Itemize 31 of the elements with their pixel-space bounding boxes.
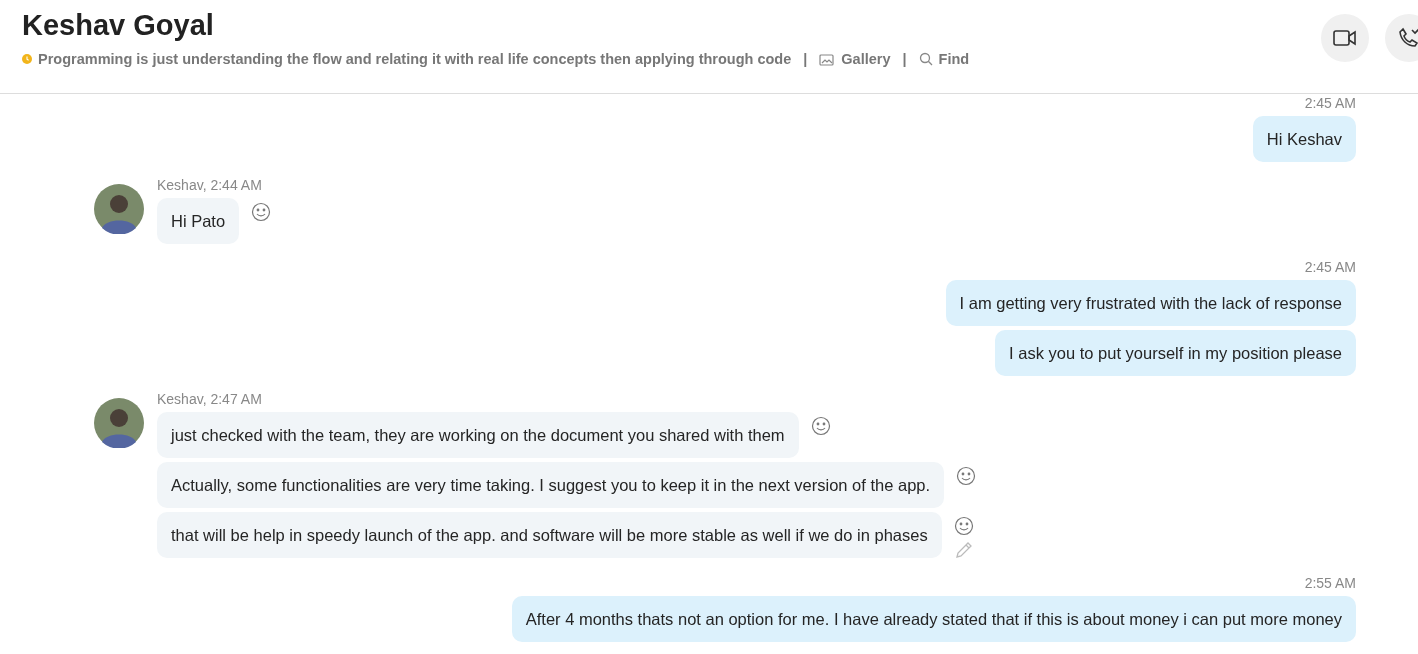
sender-time: Keshav, 2:47 AM [157, 390, 263, 408]
phone-icon [1397, 26, 1418, 50]
message-bubble: Hi Keshav [1252, 116, 1356, 162]
gallery-link[interactable]: Gallery [819, 51, 891, 67]
separator: | [902, 51, 907, 67]
smiley-icon[interactable] [810, 416, 831, 436]
message-time: 2:45 AM [1304, 94, 1356, 112]
mood-message: Programming is just understanding the flow and relating it with real life concepts then applying through code [38, 51, 792, 67]
message-bubble: Hi Pato [157, 198, 240, 244]
sender-time: Keshav, 2:44 AM [157, 176, 263, 194]
message-bubble: I ask you to put yourself in my position please [995, 330, 1356, 376]
message-bubble: just checked with the team, they are working on the document you shared with them [157, 412, 799, 458]
message-bubble: I am getting very frustrated with the lack of response [945, 280, 1356, 326]
video-call-button[interactable] [1321, 14, 1369, 62]
video-camera-icon [1332, 28, 1358, 48]
message-time: 2:55 AM [1304, 574, 1356, 592]
find-link[interactable]: Find [918, 51, 970, 67]
message-bubble: that will be help in speedy launch of the app. and software will be more stable as well if we do in phases [157, 512, 942, 558]
away-status-icon [22, 54, 32, 64]
message-bubble: After 4 months thats not an option for me. I have already stated that if this is about money i can put more money [511, 596, 1356, 642]
contact-name: Keshav Goyal [22, 8, 215, 42]
smiley-icon[interactable] [953, 516, 974, 536]
smiley-icon[interactable] [956, 466, 977, 486]
search-icon [918, 52, 933, 66]
avatar [94, 184, 144, 234]
message-bubble: Actually, some functionalities are very time taking. I suggest you to keep it in the next version of the app. [157, 462, 945, 508]
separator: | [803, 51, 808, 67]
smiley-icon[interactable] [251, 202, 272, 222]
avatar [94, 398, 144, 448]
gallery-icon [819, 52, 836, 66]
message-time: 2:45 AM [1304, 258, 1356, 276]
